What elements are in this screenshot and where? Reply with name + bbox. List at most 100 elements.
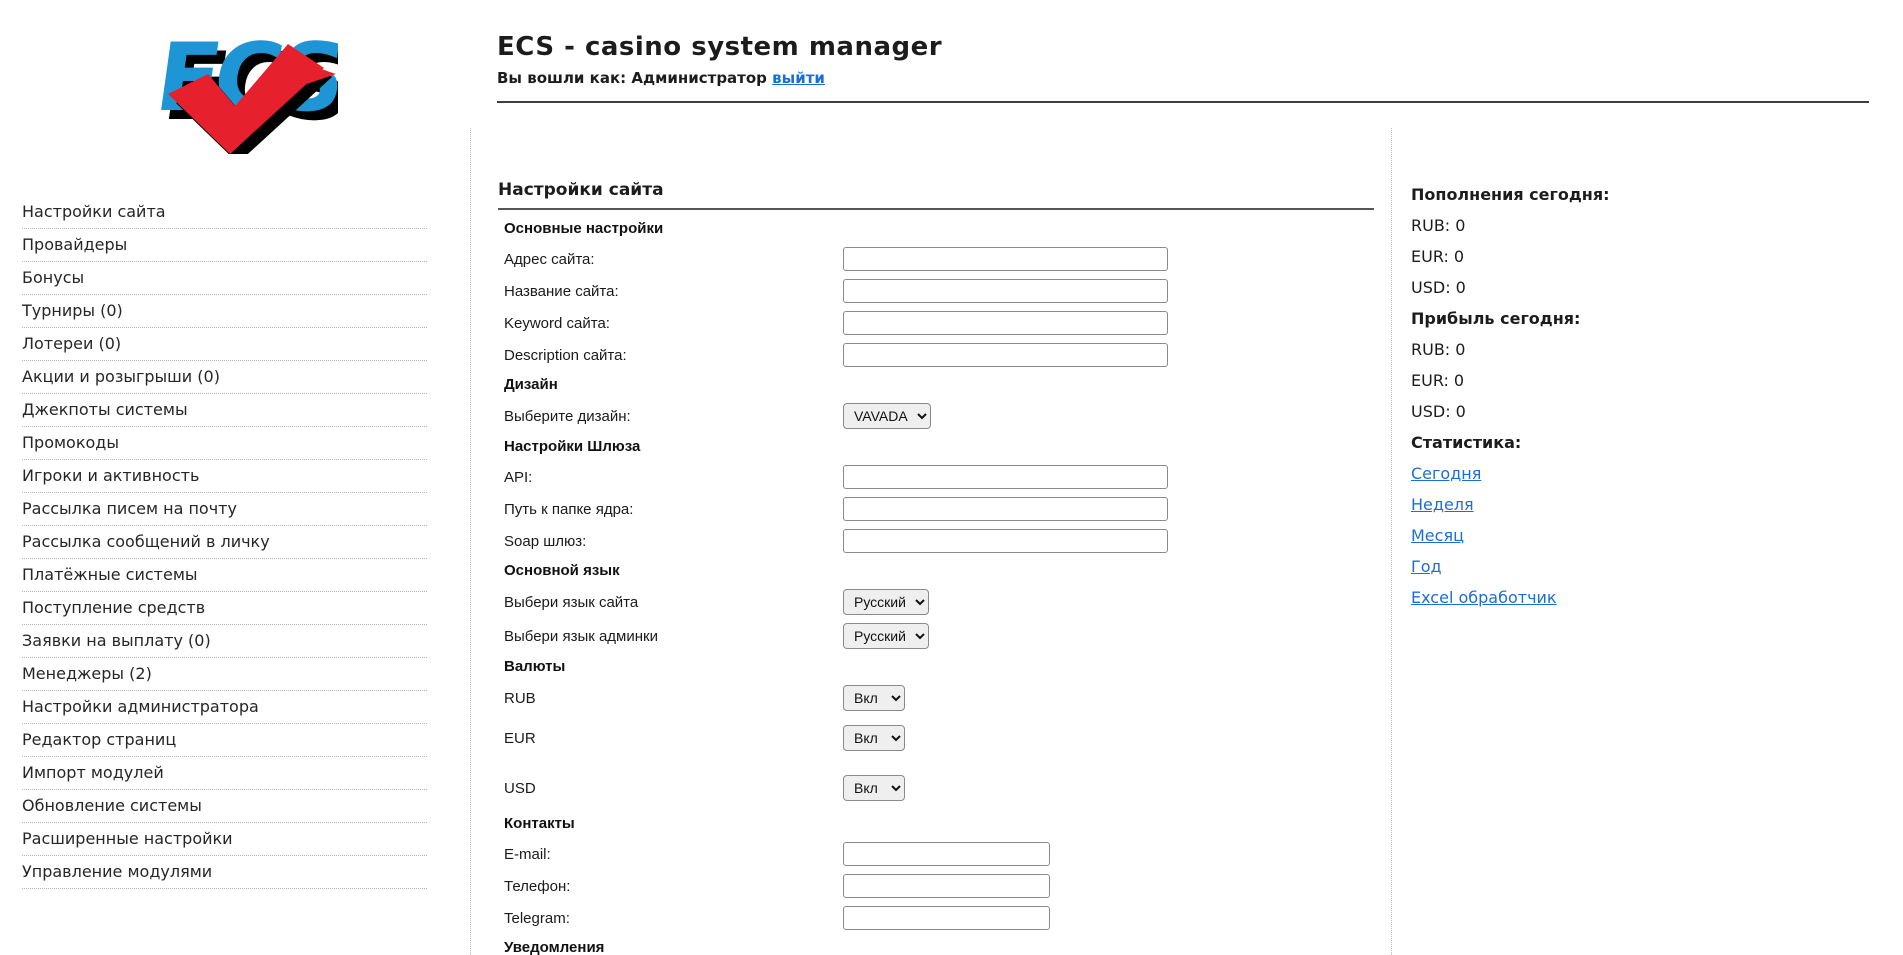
stat-link-row: Год (1411, 551, 1903, 582)
stat-link[interactable]: Excel обработчик (1411, 588, 1557, 607)
header: ECS - casino system manager Вы вошли как… (497, 32, 942, 87)
stat-group-title: Пополнения сегодня: (1411, 185, 1610, 204)
phone-input[interactable] (843, 874, 1050, 898)
api-input[interactable] (843, 465, 1168, 489)
stat-link[interactable]: Месяц (1411, 526, 1464, 545)
sidebar-item[interactable]: Рассылка сообщений в личку (22, 526, 427, 559)
design-select[interactable]: VAVADA (843, 403, 931, 429)
sidebar-item[interactable]: Управление модулями (22, 856, 427, 889)
form-row: Выбери язык сайта Русский (504, 589, 1391, 615)
site-language-label: Выбери язык сайта (504, 593, 639, 611)
stat-value: EUR: 0 (1411, 247, 1465, 266)
site-keyword-label: Keyword сайта: (504, 314, 610, 332)
sidebar-item[interactable]: Поступление средств (22, 592, 427, 625)
form-row: EUR Вкл (504, 725, 1391, 751)
usd-label: USD (504, 779, 536, 797)
stat-link-row: Excel обработчик (1411, 582, 1903, 613)
login-status: Вы вошли как: Администратор выйти (497, 69, 942, 87)
sidebar-item[interactable]: Бонусы (22, 262, 427, 295)
sidebar-item[interactable]: Лотереи (0) (22, 328, 427, 361)
site-address-label: Адрес сайта: (504, 250, 595, 268)
stat-link[interactable]: Год (1411, 557, 1442, 576)
stats-panel: Пополнения сегодня: RUB: 0 EUR: 0 USD: 0 При… (1393, 128, 1903, 613)
form-row: E-mail: (504, 842, 1391, 866)
stat-link-row: Месяц (1411, 520, 1903, 551)
stat-value: RUB: 0 (1411, 216, 1466, 235)
api-label: API: (504, 468, 533, 486)
site-address-input[interactable] (843, 247, 1168, 271)
site-keyword-input[interactable] (843, 311, 1168, 335)
section-title: Основные настройки (504, 220, 664, 237)
core-path-label: Путь к папке ядра: (504, 500, 634, 518)
sidebar-item[interactable]: Заявки на выплату (0) (22, 625, 427, 658)
telegram-input[interactable] (843, 906, 1050, 930)
admin-language-label: Выбери язык админки (504, 627, 658, 645)
core-path-input[interactable] (843, 497, 1168, 521)
site-language-select[interactable]: Русский (843, 589, 929, 615)
sidebar-nav: Настройки сайта Провайдеры Бонусы Турниры (… (22, 196, 427, 889)
sidebar-item[interactable]: Промокоды (22, 427, 427, 460)
ecs-logo: ECS ECS (149, 23, 338, 154)
design-label: Выберите дизайн: (504, 407, 631, 425)
site-name-input[interactable] (843, 279, 1168, 303)
stat-link[interactable]: Неделя (1411, 495, 1474, 514)
usd-select[interactable]: Вкл (843, 775, 905, 801)
sidebar-item[interactable]: Платёжные системы (22, 559, 427, 592)
title-divider (498, 208, 1374, 210)
eur-select[interactable]: Вкл (843, 725, 905, 751)
soap-gateway-label: Soap шлюз: (504, 532, 587, 550)
admin-language-select[interactable]: Русский (843, 623, 929, 649)
sidebar-item[interactable]: Импорт модулей (22, 757, 427, 790)
stat-link[interactable]: Сегодня (1411, 464, 1481, 483)
section-title: Настройки Шлюза (504, 438, 641, 455)
rub-select[interactable]: Вкл (843, 685, 905, 711)
email-input[interactable] (843, 842, 1050, 866)
form-row: RUB Вкл (504, 685, 1391, 711)
section-title: Уведомления (504, 939, 605, 955)
stat-link-row: Сегодня (1411, 458, 1903, 489)
sidebar-item[interactable]: Турниры (0) (22, 295, 427, 328)
sidebar-item[interactable]: Настройки сайта (22, 196, 427, 229)
section-title: Контакты (504, 815, 575, 832)
sidebar-item[interactable]: Рассылка писем на почту (22, 493, 427, 526)
header-divider (497, 101, 1869, 103)
form-row: USD Вкл (504, 775, 1391, 801)
stat-group-title: Прибыль сегодня: (1411, 309, 1581, 328)
telegram-label: Telegram: (504, 909, 570, 927)
stat-value: USD: 0 (1411, 402, 1466, 421)
form-row: Telegram: (504, 906, 1391, 930)
soap-gateway-input[interactable] (843, 529, 1168, 553)
site-description-input[interactable] (843, 343, 1168, 367)
logout-link[interactable]: выйти (772, 69, 825, 87)
site-description-label: Description сайта: (504, 346, 627, 364)
stat-value: USD: 0 (1411, 278, 1466, 297)
form-row: Выбери язык админки Русский (504, 623, 1391, 649)
form-row: API: (504, 465, 1391, 489)
main-content: Настройки сайта Основные настройки Адрес … (470, 128, 1392, 955)
email-label: E-mail: (504, 845, 551, 863)
app-title: ECS - casino system manager (497, 32, 943, 62)
sidebar-item[interactable]: Акции и розыгрыши (0) (22, 361, 427, 394)
sidebar-item[interactable]: Джекпоты системы (22, 394, 427, 427)
form-row: Soap шлюз: (504, 529, 1391, 553)
rub-label: RUB (504, 689, 536, 707)
sidebar-item[interactable]: Менеджеры (2) (22, 658, 427, 691)
stat-link-row: Неделя (1411, 489, 1903, 520)
section-title: Валюты (504, 658, 566, 675)
form-row: Телефон: (504, 874, 1391, 898)
section-title: Дизайн (504, 376, 558, 393)
sidebar-item[interactable]: Настройки администратора (22, 691, 427, 724)
stat-value: EUR: 0 (1411, 371, 1465, 390)
login-status-text: Вы вошли как: Администратор (497, 69, 767, 87)
settings-form: Основные настройки Адрес сайта: Название с… (498, 220, 1391, 955)
stat-group-title: Статистика: (1411, 433, 1522, 452)
sidebar-item[interactable]: Обновление системы (22, 790, 427, 823)
sidebar-item[interactable]: Игроки и активность (22, 460, 427, 493)
page-title: Настройки сайта (498, 180, 664, 200)
sidebar-item[interactable]: Провайдеры (22, 229, 427, 262)
phone-label: Телефон: (504, 877, 571, 895)
sidebar-item[interactable]: Расширенные настройки (22, 823, 427, 856)
sidebar-item[interactable]: Редактор страниц (22, 724, 427, 757)
form-row: Keyword сайта: (504, 311, 1391, 335)
form-row: Адрес сайта: (504, 247, 1391, 271)
